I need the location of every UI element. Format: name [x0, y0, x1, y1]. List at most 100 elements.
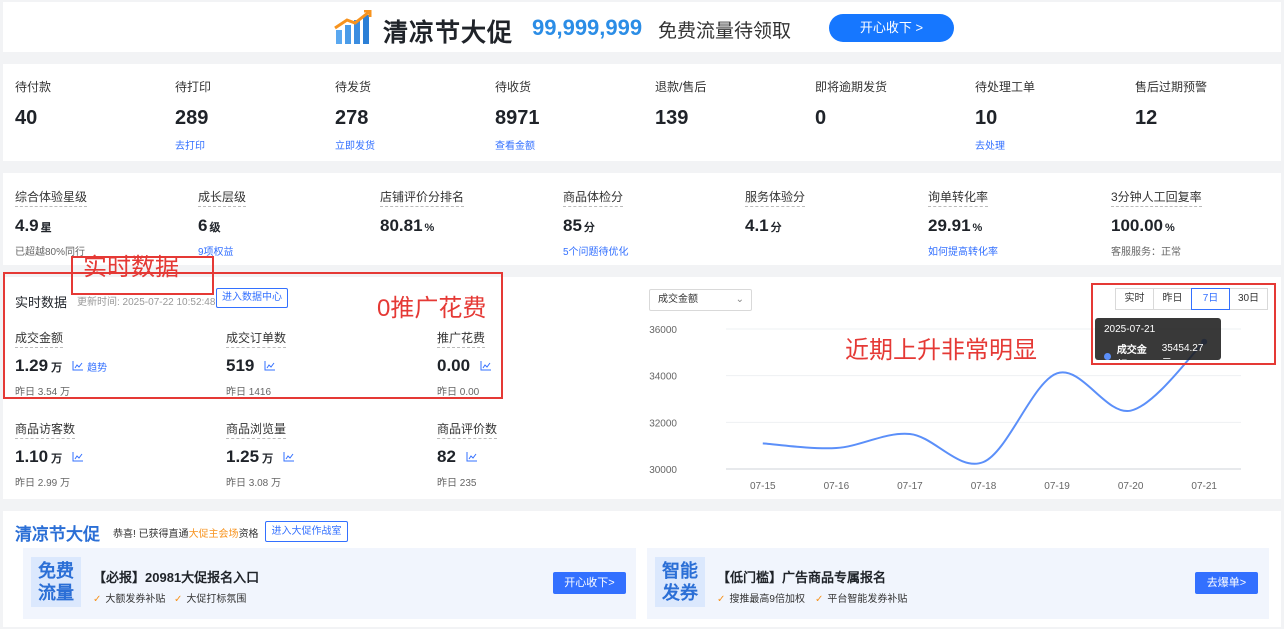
order-stat-value[interactable]: 10	[975, 107, 1035, 130]
banner-claim-button[interactable]: 开心收下 >	[829, 14, 954, 42]
order-stat-link[interactable]: 去打印	[175, 137, 211, 152]
metric-value-row: 100.00%	[1111, 216, 1202, 236]
promo-feature: ✓ 搜推最高9倍加权	[717, 594, 805, 605]
metric-value: 29.91	[928, 216, 971, 235]
annotation-trend: 近期上升非常明显	[845, 337, 1037, 364]
order-stat: 待付款 40	[15, 78, 51, 130]
realtime-value-row: 82	[437, 447, 497, 467]
realtime-stat: 商品评价数 82 昨日 235	[437, 420, 498, 489]
order-stat: 售后过期预警 12	[1135, 78, 1207, 130]
promo-banner: 清凉节大促 99,999,999 免费流量待领取 开心收下 >	[3, 2, 1281, 52]
metric-stat: 服务体验分 4.1 分	[745, 188, 806, 236]
x-tick-label: 07-19	[1044, 481, 1070, 492]
realtime-stat-label[interactable]: 商品评价数	[437, 420, 498, 439]
promo-card-smart-coupon: 智能 发券 【低门槛】广告商品专属报名 ✓ 搜推最高9倍加权 ✓ 平台智能发券补贴 去…	[647, 548, 1269, 619]
metric-unit: %	[1165, 222, 1175, 234]
order-stat: 待发货 278 立即发货	[335, 78, 375, 152]
boost-button[interactable]: 去爆单>	[1195, 572, 1258, 594]
promo-feature: ✓ 大额发券补贴	[93, 594, 166, 605]
bar-chart-icon	[334, 10, 372, 44]
metric-label[interactable]: 成长层级	[198, 188, 247, 207]
annotation-box-chart-tabs	[1091, 283, 1276, 365]
x-tick-label: 07-18	[971, 481, 997, 492]
period-tab[interactable]: 7日	[1191, 288, 1230, 310]
badge-free-traffic: 免费 流量	[31, 557, 81, 607]
order-stat: 待收货 8971 查看金额	[495, 78, 540, 152]
metric-label[interactable]: 综合体验星级	[15, 188, 88, 207]
y-tick-label: 36000	[649, 325, 677, 336]
realtime-stat-label[interactable]: 商品访客数	[15, 420, 76, 439]
metric-stat: 商品体检分 85 分 5个问题待优化	[563, 188, 629, 258]
y-tick-label: 32000	[649, 418, 677, 429]
promo-card-free-traffic: 免费 流量 【必报】20981大促报名入口 ✓ 大额发券补贴 ✓ 大促打标氛围 开心收…	[23, 548, 636, 619]
trend-chart-icon[interactable]	[283, 452, 295, 462]
order-stat-value[interactable]: 289	[175, 107, 211, 130]
x-tick-label: 07-15	[750, 481, 776, 492]
promo-title: 清凉节大促	[15, 525, 100, 544]
realtime-stat-label[interactable]: 商品浏览量	[226, 420, 287, 439]
metric-value-row: 6级	[198, 216, 246, 236]
x-tick-label: 07-20	[1118, 481, 1144, 492]
metric-value: 4.1	[745, 216, 769, 235]
metric-sub[interactable]: 5个问题待优化	[563, 243, 629, 258]
order-stat-value[interactable]: 12	[1135, 107, 1207, 130]
promo-card-title: 【低门槛】广告商品专属报名	[717, 570, 887, 585]
metric-value: 6	[198, 216, 208, 235]
promo-feature: ✓ 大促打标氛围	[174, 594, 247, 605]
metric-select[interactable]: 成交金额 ⌄	[649, 289, 752, 311]
metric-label[interactable]: 服务体验分	[745, 188, 806, 207]
realtime-stat: 商品访客数 1.10 万昨日 2.99 万	[15, 420, 84, 489]
order-stat-value[interactable]: 278	[335, 107, 375, 130]
metric-value: 85	[563, 216, 582, 235]
check-icon: ✓	[93, 594, 102, 605]
metric-stat: 3分钟人工回复率 100.00% 客服服务：正常	[1111, 188, 1202, 258]
metric-label[interactable]: 3分钟人工回复率	[1111, 188, 1202, 207]
realtime-stat-value: 82	[437, 447, 456, 466]
order-stat-label: 退款/售后	[655, 80, 707, 94]
order-stat-link[interactable]: 去处理	[975, 137, 1035, 152]
metric-unit: 分	[770, 222, 782, 234]
order-stat-label: 即将逾期发货	[815, 80, 888, 94]
y-tick-label: 30000	[649, 465, 677, 476]
x-tick-label: 07-16	[824, 481, 850, 492]
realtime-stat: 商品浏览量 1.25 万昨日 3.08 万	[226, 420, 295, 489]
promo-text: 恭喜! 已获得直通大促主会场资格	[113, 529, 259, 540]
metric-value-row: 80.81%	[380, 216, 464, 236]
banner-amount: 99,999,999	[532, 15, 643, 40]
order-stat: 待打印 289 去打印	[175, 78, 211, 152]
metric-sub[interactable]: 如何提高转化率	[928, 243, 998, 258]
realtime-stat-sub: 昨日 3.08 万	[226, 478, 282, 489]
order-stat-link[interactable]: 查看金额	[495, 137, 540, 152]
badge-smart-coupon: 智能 发券	[655, 557, 705, 607]
order-stat-value[interactable]: 0	[815, 107, 887, 130]
order-stat-value[interactable]: 139	[655, 107, 706, 130]
metric-stat: 店铺评价分排名 80.81%	[380, 188, 465, 236]
metric-label[interactable]: 店铺评价分排名	[380, 188, 465, 207]
metric-value: 4.9	[15, 216, 39, 235]
metric-unit: 级	[209, 222, 221, 234]
promotion-panel: 清凉节大促 恭喜! 已获得直通大促主会场资格 进入大促作战室 免费 流量 【必报】…	[3, 511, 1281, 627]
order-stat: 退款/售后 139	[655, 78, 706, 130]
order-stat-link[interactable]: 立即发货	[335, 137, 375, 152]
realtime-stat-value: 1.25	[226, 447, 260, 466]
y-tick-label: 34000	[649, 372, 677, 383]
metric-label[interactable]: 商品体检分	[563, 188, 624, 207]
promo-card-title: 【必报】20981大促报名入口	[93, 570, 260, 585]
order-stat-value[interactable]: 8971	[495, 107, 540, 130]
metric-unit: 分	[583, 222, 595, 234]
metric-label[interactable]: 询单转化率	[928, 188, 989, 207]
x-tick-label: 07-21	[1191, 481, 1217, 492]
metric-value-row: 29.91%	[928, 216, 998, 236]
order-stat-value[interactable]: 40	[15, 107, 51, 130]
claim-button[interactable]: 开心收下>	[553, 572, 626, 594]
annotation-realtime: 实时数据	[83, 254, 179, 281]
trend-chart-icon[interactable]	[466, 452, 478, 462]
war-room-button[interactable]: 进入大促作战室	[265, 521, 348, 542]
metric-stat: 综合体验星级 4.9 星已超越80%同行	[15, 188, 88, 258]
order-stat-label: 待收货	[495, 80, 532, 94]
realtime-value-row: 1.25 万	[226, 447, 295, 467]
metric-unit: 星	[40, 222, 52, 234]
metric-unit: %	[424, 222, 435, 234]
banner-text: 免费流量待领取	[658, 21, 792, 42]
trend-chart-icon[interactable]	[72, 452, 84, 462]
